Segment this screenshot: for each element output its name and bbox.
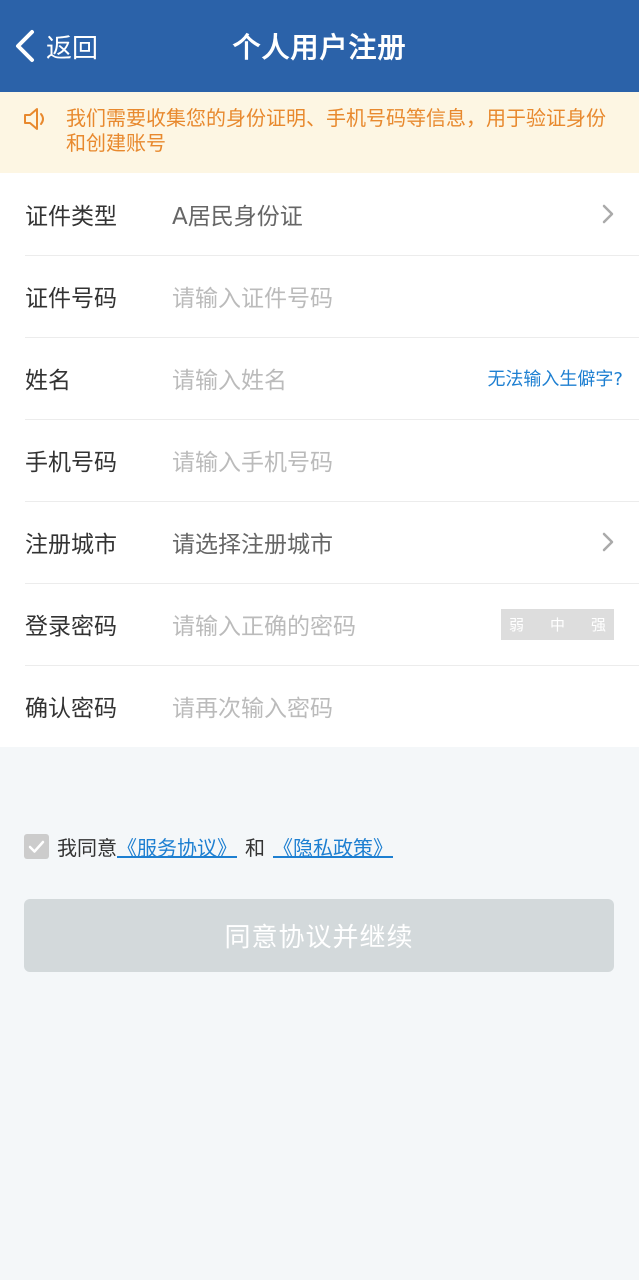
password-row: 登录密码 请输入正确的密码 弱 中 强 [0,583,639,665]
agree-prefix: 我同意 [57,836,117,860]
password-strength-meter: 弱 中 强 [501,608,614,640]
phone-row: 手机号码 请输入手机号码 [0,419,639,501]
city-select: 请选择注册城市 [172,532,333,558]
continue-button[interactable]: 同意协议并继续 [24,899,614,972]
phone-label: 手机号码 [25,450,117,476]
privacy-policy-link[interactable]: 《隐私政策》 [273,832,393,861]
notice-text: 我们需要收集您的身份证明、手机号码等信息，用于验证身份和创建账号 [66,106,606,155]
id-number-row: 证件号码 请输入证件号码 [0,255,639,337]
speaker-icon [24,108,44,130]
rare-char-link[interactable]: 无法输入生僻字? [487,365,623,391]
strength-weak: 弱 [509,615,525,634]
check-icon [28,840,45,853]
confirm-password-row: 确认密码 请再次输入密码 [0,665,639,747]
registration-form: 证件类型 A居民身份证 证件号码 请输入证件号码 姓名 请输入姓名 无法输入生僻… [0,173,639,747]
confirm-password-label: 确认密码 [25,696,117,722]
chevron-right-icon [602,532,614,552]
id-number-input[interactable]: 请输入证件号码 [172,279,639,313]
nav-bar: 返回 个人用户注册 [0,0,639,92]
chevron-right-icon [602,204,614,224]
service-agreement-link[interactable]: 《服务协议》 [117,832,237,861]
id-type-row[interactable]: 证件类型 A居民身份证 [0,173,639,255]
back-label: 返回 [46,33,99,64]
chevron-left-icon [16,30,34,62]
confirm-password-input[interactable]: 请再次输入密码 [172,689,639,723]
phone-input[interactable]: 请输入手机号码 [172,443,639,477]
city-label: 注册城市 [25,532,117,558]
strength-medium: 中 [549,615,565,634]
agreement-row: 我同意 《服务协议》 和 《隐私政策》 [24,832,393,861]
agree-and: 和 [245,836,265,860]
back-button[interactable]: 返回 [14,0,98,92]
page-title: 个人用户注册 [232,31,407,64]
city-row[interactable]: 注册城市 请选择注册城市 [0,501,639,583]
agree-checkbox[interactable] [24,834,49,859]
name-label: 姓名 [25,368,71,394]
strength-strong: 强 [590,615,606,634]
notice-banner: 我们需要收集您的身份证明、手机号码等信息，用于验证身份和创建账号 [0,92,639,173]
id-type-label: 证件类型 [25,204,117,230]
id-number-label: 证件号码 [25,286,117,312]
name-row: 姓名 请输入姓名 无法输入生僻字? [0,337,639,419]
password-label: 登录密码 [25,614,117,640]
id-type-value: A居民身份证 [172,204,303,230]
